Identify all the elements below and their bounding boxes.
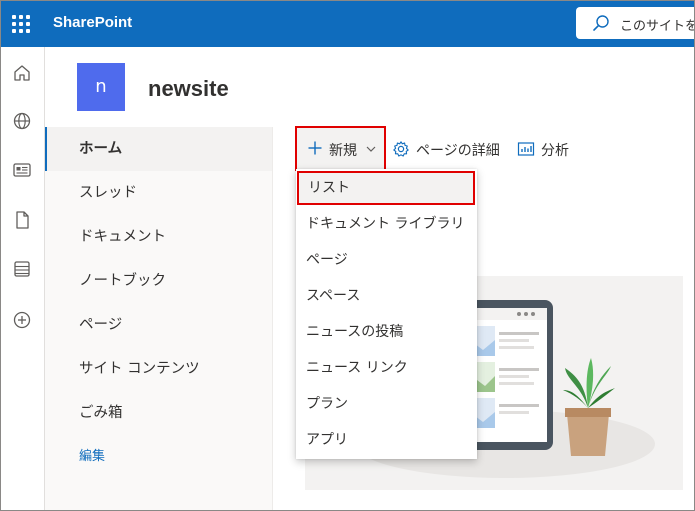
menu-item-news-link[interactable]: ニュース リンク bbox=[296, 350, 477, 386]
app-rail bbox=[1, 47, 45, 510]
search-input[interactable]: このサイトを bbox=[576, 7, 695, 39]
nav-item-home[interactable]: ホーム bbox=[45, 127, 272, 171]
nav-item-pages[interactable]: ページ bbox=[45, 303, 272, 347]
app-launcher-icon[interactable] bbox=[10, 13, 32, 35]
gear-icon bbox=[393, 141, 409, 157]
document-icon[interactable] bbox=[11, 209, 33, 231]
nav-item-threads[interactable]: スレッド bbox=[45, 171, 272, 215]
search-icon bbox=[593, 15, 609, 31]
plus-icon bbox=[308, 141, 322, 155]
menu-item-news-post[interactable]: ニュースの投稿 bbox=[296, 314, 477, 350]
window: SharePoint このサイトを n newsite ホーム スレッド ドキュ… bbox=[0, 0, 695, 511]
home-icon[interactable] bbox=[11, 62, 33, 84]
page-details-label: ページの詳細 bbox=[416, 143, 500, 159]
nav-item-site-contents[interactable]: サイト コンテンツ bbox=[45, 347, 272, 391]
new-menu: リスト ドキュメント ライブラリ ページ スペース ニュースの投稿 ニュース リ… bbox=[296, 169, 477, 459]
nav-item-recycle-bin[interactable]: ごみ箱 bbox=[45, 391, 272, 435]
page-details-button[interactable]: ページの詳細 bbox=[392, 138, 512, 162]
list-icon[interactable] bbox=[11, 258, 33, 280]
menu-item-page[interactable]: ページ bbox=[296, 242, 477, 278]
menu-item-space[interactable]: スペース bbox=[296, 278, 477, 314]
chevron-down-icon bbox=[366, 146, 376, 152]
site-logo[interactable]: n bbox=[77, 63, 125, 111]
suite-bar: SharePoint このサイトを bbox=[1, 1, 695, 47]
analytics-label: 分析 bbox=[541, 143, 569, 159]
app-name[interactable]: SharePoint bbox=[53, 14, 132, 31]
globe-icon[interactable] bbox=[11, 110, 33, 132]
site-title[interactable]: newsite bbox=[148, 76, 229, 102]
new-button-label: 新規 bbox=[329, 143, 357, 159]
menu-item-document-library[interactable]: ドキュメント ライブラリ bbox=[296, 206, 477, 242]
chart-icon bbox=[517, 142, 535, 156]
edit-nav-link[interactable]: 編集 bbox=[45, 435, 272, 479]
nav-item-documents[interactable]: ドキュメント bbox=[45, 215, 272, 259]
menu-item-plan[interactable]: プラン bbox=[296, 386, 477, 422]
new-button[interactable]: 新規 bbox=[295, 126, 386, 171]
menu-item-list[interactable]: リスト bbox=[297, 171, 475, 205]
news-icon[interactable] bbox=[11, 159, 33, 181]
analytics-button[interactable]: 分析 bbox=[517, 138, 577, 162]
menu-item-app[interactable]: アプリ bbox=[296, 422, 477, 458]
search-placeholder: このサイトを bbox=[620, 19, 695, 34]
left-nav: ホーム スレッド ドキュメント ノートブック ページ サイト コンテンツ ごみ箱… bbox=[45, 127, 273, 510]
add-icon[interactable] bbox=[11, 309, 33, 331]
nav-item-notebook[interactable]: ノートブック bbox=[45, 259, 272, 303]
